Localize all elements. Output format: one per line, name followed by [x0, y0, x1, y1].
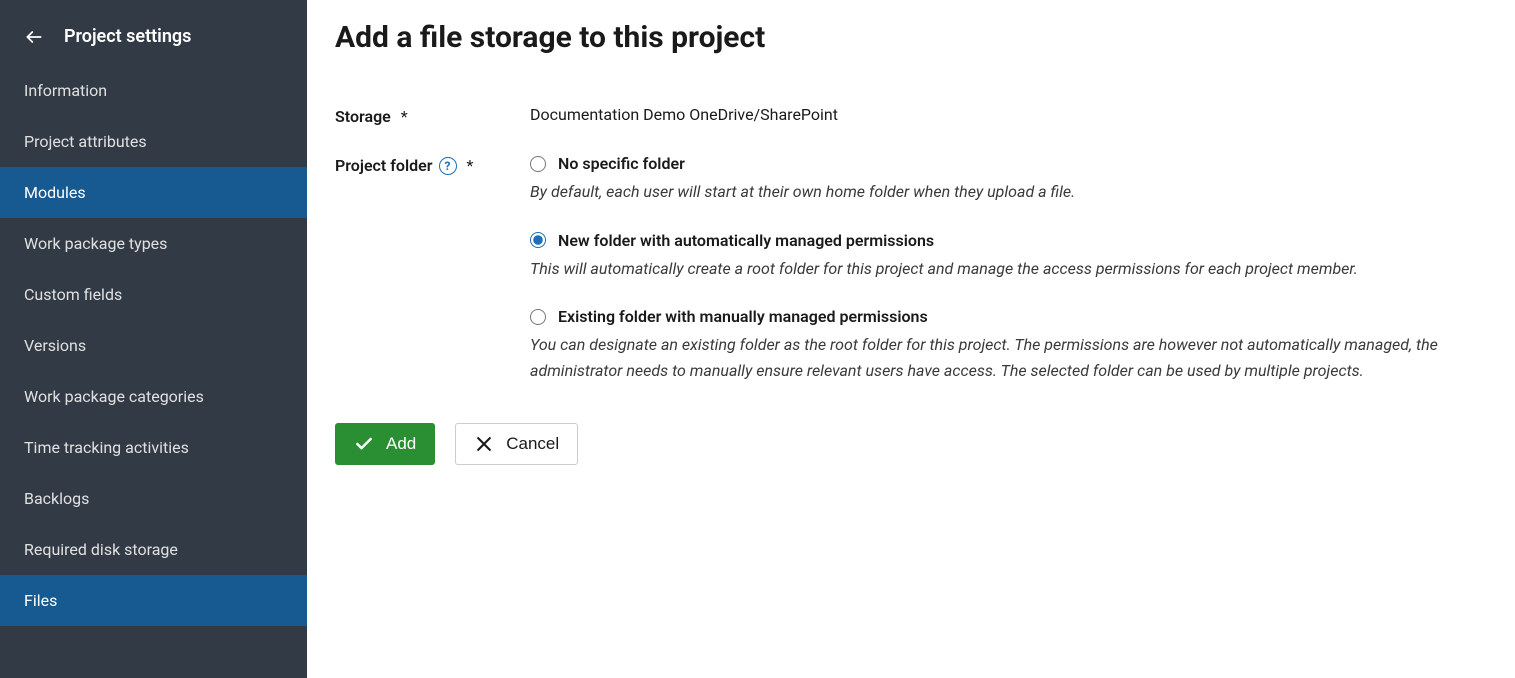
- folder-option-1: New folder with automatically managed pe…: [530, 231, 1487, 282]
- add-button[interactable]: Add: [335, 423, 435, 465]
- sidebar: Project settings InformationProject attr…: [0, 0, 307, 678]
- main-content: Add a file storage to this project Stora…: [307, 0, 1515, 678]
- check-icon: [354, 434, 374, 454]
- project-folder-label: Project folder ? *: [335, 154, 530, 175]
- sidebar-item-required-disk-storage[interactable]: Required disk storage: [0, 524, 307, 575]
- sidebar-item-time-tracking-activities[interactable]: Time tracking activities: [0, 422, 307, 473]
- folder-option-2: Existing folder with manually managed pe…: [530, 307, 1487, 383]
- close-icon: [474, 434, 494, 454]
- sidebar-item-information[interactable]: Information: [0, 65, 307, 116]
- folder-radio-0[interactable]: [530, 156, 546, 172]
- folder-option-0: No specific folder By default, each user …: [530, 154, 1487, 205]
- folder-option-label: No specific folder: [558, 154, 685, 173]
- help-icon[interactable]: ?: [439, 157, 457, 175]
- sidebar-item-backlogs[interactable]: Backlogs: [0, 473, 307, 524]
- sidebar-item-files[interactable]: Files: [0, 575, 307, 626]
- sidebar-item-custom-fields[interactable]: Custom fields: [0, 269, 307, 320]
- folder-option-desc: You can designate an existing folder as …: [530, 332, 1487, 383]
- sidebar-item-modules[interactable]: Modules: [0, 167, 307, 218]
- sidebar-item-work-package-types[interactable]: Work package types: [0, 218, 307, 269]
- folder-option-label: Existing folder with manually managed pe…: [558, 307, 928, 326]
- folder-radio-group: No specific folder By default, each user …: [530, 154, 1487, 383]
- folder-option-desc: This will automatically create a root fo…: [530, 256, 1487, 282]
- storage-value: Documentation Demo OneDrive/SharePoint: [530, 105, 1487, 124]
- cancel-button[interactable]: Cancel: [455, 423, 578, 465]
- sidebar-item-project-attributes[interactable]: Project attributes: [0, 116, 307, 167]
- sidebar-title: Project settings: [64, 26, 191, 47]
- project-folder-row: Project folder ? * No specific folder By …: [335, 154, 1487, 383]
- storage-label: Storage *: [335, 105, 530, 126]
- action-buttons: Add Cancel: [335, 423, 1487, 465]
- sidebar-item-versions[interactable]: Versions: [0, 320, 307, 371]
- folder-option-label: New folder with automatically managed pe…: [558, 231, 934, 250]
- sidebar-item-work-package-categories[interactable]: Work package categories: [0, 371, 307, 422]
- folder-radio-1[interactable]: [530, 232, 546, 248]
- folder-radio-2[interactable]: [530, 309, 546, 325]
- folder-option-desc: By default, each user will start at thei…: [530, 179, 1487, 205]
- back-arrow-icon[interactable]: [24, 27, 44, 47]
- storage-row: Storage * Documentation Demo OneDrive/Sh…: [335, 105, 1487, 126]
- page-title: Add a file storage to this project: [335, 20, 1487, 55]
- sidebar-header: Project settings: [0, 10, 307, 65]
